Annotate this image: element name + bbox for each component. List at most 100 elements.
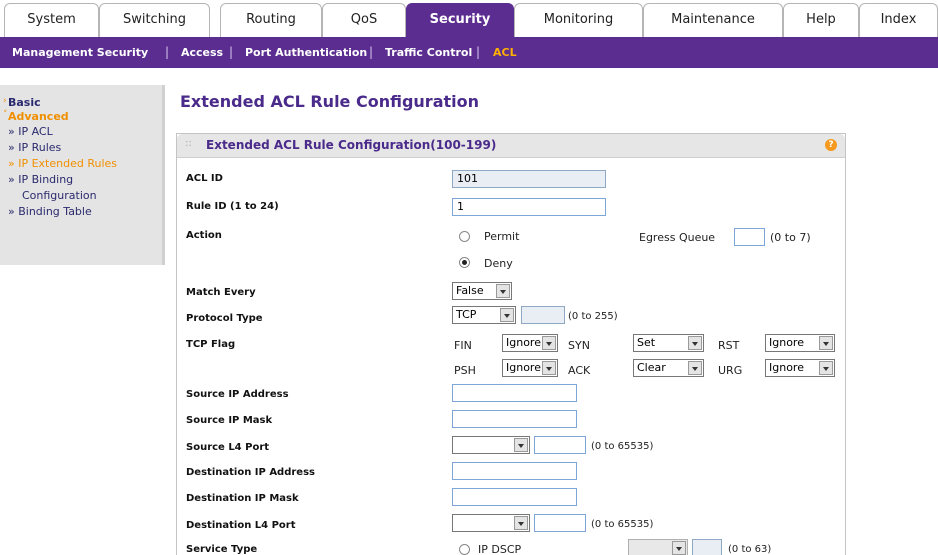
- chevron-down-icon: [819, 336, 833, 350]
- protocol-type-label: Protocol Type: [186, 313, 263, 324]
- chevron-down-icon: [542, 361, 556, 375]
- action-permit-radio[interactable]: [459, 231, 470, 242]
- psh-flag-select[interactable]: Ignore: [502, 359, 558, 377]
- nav-ip-extended-rules[interactable]: » IP Extended Rules: [8, 157, 117, 171]
- tcp-flag-label: TCP Flag: [186, 339, 236, 350]
- left-nav: › Basic ˅ Advanced » IP ACL » IP Rules »…: [0, 85, 165, 265]
- tab-help[interactable]: Help: [783, 3, 859, 37]
- arrow-right-icon: ›: [3, 96, 7, 106]
- egress-queue-field[interactable]: [734, 228, 765, 246]
- rule-id-field[interactable]: 1: [452, 198, 606, 216]
- psh-flag-value: Ignore: [506, 361, 541, 374]
- subnav-management-security[interactable]: Management Security: [12, 37, 148, 68]
- acl-id-label: ACL ID: [186, 173, 223, 184]
- action-permit-label: Permit: [484, 230, 520, 243]
- ack-flag-value: Clear: [637, 361, 666, 374]
- source-ip-label: Source IP Address: [186, 389, 289, 400]
- fin-flag-label: FIN: [454, 339, 472, 352]
- nav-ip-binding[interactable]: » IP Binding: [8, 173, 73, 187]
- nav-binding-table[interactable]: » Binding Table: [8, 205, 92, 219]
- service-type-dscp-label: IP DSCP: [478, 543, 522, 555]
- service-type-label: Service Type: [186, 544, 258, 555]
- security-subnav: Management Security | Access | Port Auth…: [0, 37, 938, 68]
- nav-ip-rules[interactable]: » IP Rules: [8, 141, 61, 155]
- chevron-down-icon: [819, 361, 833, 375]
- fin-flag-select[interactable]: Ignore: [502, 334, 558, 352]
- protocol-type-select[interactable]: TCP: [452, 306, 516, 324]
- subnav-separator: |: [165, 45, 170, 59]
- page-title: Extended ACL Rule Configuration: [180, 92, 480, 111]
- dest-ip-field[interactable]: [452, 462, 577, 480]
- service-type-dscp-select[interactable]: [628, 539, 688, 555]
- tab-monitoring[interactable]: Monitoring: [514, 3, 643, 37]
- dest-mask-field[interactable]: [452, 488, 577, 506]
- ack-flag-select[interactable]: Clear: [633, 359, 704, 377]
- subnav-separator: |: [369, 45, 374, 59]
- top-tab-bar: System Switching Routing QoS Security Mo…: [0, 0, 938, 37]
- protocol-number-field[interactable]: [521, 306, 565, 324]
- acl-id-field: 101: [452, 170, 606, 188]
- syn-flag-label: SYN: [568, 339, 590, 352]
- source-l4-port-select[interactable]: [452, 436, 530, 454]
- tab-switching[interactable]: Switching: [99, 3, 210, 37]
- service-type-dscp-radio[interactable]: [459, 544, 470, 555]
- help-icon[interactable]: ?: [825, 139, 837, 151]
- nav-advanced[interactable]: Advanced: [8, 110, 69, 124]
- chevron-down-icon: [672, 541, 686, 555]
- rst-flag-select[interactable]: Ignore: [765, 334, 835, 352]
- match-every-label: Match Every: [186, 287, 256, 298]
- fin-flag-value: Ignore: [506, 336, 541, 349]
- nav-basic[interactable]: Basic: [8, 96, 41, 110]
- subnav-separator: |: [229, 45, 234, 59]
- dest-ip-label: Destination IP Address: [186, 467, 315, 478]
- nav-ip-acl[interactable]: » IP ACL: [8, 125, 53, 139]
- chevron-down-icon: [688, 336, 702, 350]
- source-mask-field[interactable]: [452, 410, 577, 428]
- urg-flag-value: Ignore: [769, 361, 804, 374]
- chevron-down-icon: [688, 361, 702, 375]
- drag-handle-icon: ::: [185, 138, 192, 149]
- subnav-acl[interactable]: ACL: [493, 37, 517, 68]
- source-l4-port-label: Source L4 Port: [186, 442, 270, 453]
- dest-l4-port-select[interactable]: [452, 514, 530, 532]
- protocol-number-range: (0 to 255): [568, 311, 618, 322]
- action-deny-radio[interactable]: [459, 257, 470, 268]
- tab-maintenance[interactable]: Maintenance: [643, 3, 783, 37]
- chevron-down-icon: ˅: [3, 110, 8, 120]
- service-type-dscp-field[interactable]: [692, 539, 722, 555]
- protocol-type-value: TCP: [456, 308, 477, 321]
- chevron-down-icon: [514, 438, 528, 452]
- tab-qos[interactable]: QoS: [322, 3, 406, 37]
- subnav-access[interactable]: Access: [181, 37, 223, 68]
- urg-flag-label: URG: [718, 364, 743, 377]
- action-label: Action: [186, 230, 222, 241]
- subnav-traffic-control[interactable]: Traffic Control: [385, 37, 472, 68]
- panel-header: :: Extended ACL Rule Configuration(100-1…: [177, 134, 845, 158]
- rst-flag-value: Ignore: [769, 336, 804, 349]
- dest-l4-port-field[interactable]: [534, 514, 586, 532]
- tab-system[interactable]: System: [4, 3, 99, 37]
- syn-flag-select[interactable]: Set: [633, 334, 704, 352]
- chevron-down-icon: [542, 336, 556, 350]
- source-l4-port-field[interactable]: [534, 436, 586, 454]
- dest-l4-port-label: Destination L4 Port: [186, 520, 296, 531]
- urg-flag-select[interactable]: Ignore: [765, 359, 835, 377]
- tab-index[interactable]: Index: [859, 3, 938, 37]
- nav-ip-binding-configuration[interactable]: Configuration: [22, 189, 97, 203]
- rst-flag-label: RST: [718, 339, 740, 352]
- match-every-value: False: [456, 284, 484, 297]
- source-l4-port-range: (0 to 65535): [591, 441, 654, 452]
- egress-queue-label: Egress Queue: [639, 231, 716, 244]
- chevron-down-icon: [500, 308, 514, 322]
- tab-routing[interactable]: Routing: [220, 3, 322, 37]
- subnav-separator: |: [476, 45, 481, 59]
- match-every-select[interactable]: False: [452, 282, 512, 300]
- chevron-down-icon: [514, 516, 528, 530]
- dest-l4-port-range: (0 to 65535): [591, 519, 654, 530]
- tab-security[interactable]: Security: [406, 3, 514, 37]
- panel-title: Extended ACL Rule Configuration(100-199): [206, 138, 497, 152]
- chevron-down-icon: [496, 284, 510, 298]
- egress-queue-range: (0 to 7): [770, 231, 811, 244]
- source-ip-field[interactable]: [452, 384, 577, 402]
- subnav-port-authentication[interactable]: Port Authentication: [245, 37, 367, 68]
